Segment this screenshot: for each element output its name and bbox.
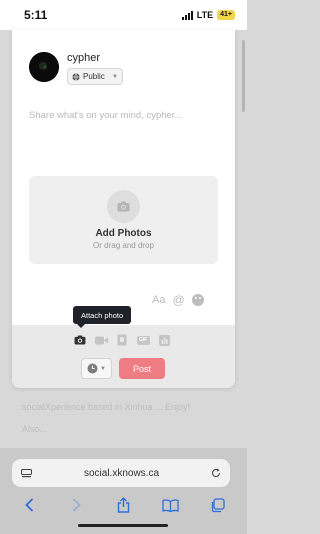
- tabs-icon[interactable]: [208, 495, 228, 515]
- text-format-button[interactable]: Aa: [152, 294, 165, 306]
- page-menu-icon[interactable]: [21, 468, 32, 478]
- scroll-indicator: [242, 40, 245, 112]
- dropzone-title: Add Photos: [95, 228, 152, 239]
- network-label: LTE: [196, 10, 214, 20]
- browser-nav: [0, 493, 247, 517]
- clip-icon[interactable]: [115, 333, 129, 347]
- emoji-icon[interactable]: [191, 294, 204, 306]
- format-toolbar: Aa @: [152, 293, 204, 307]
- attach-photo-tooltip: Attach photo: [73, 306, 132, 324]
- chevron-down-icon: ▼: [112, 73, 118, 80]
- poll-icon[interactable]: [157, 333, 171, 347]
- status-indicators: LTE 41+: [181, 10, 235, 20]
- signal-icon: [181, 10, 193, 20]
- bookmarks-icon[interactable]: [161, 495, 181, 515]
- gif-icon[interactable]: GIF: [136, 333, 150, 347]
- reload-icon[interactable]: [211, 468, 221, 478]
- camera-icon: [107, 190, 140, 223]
- video-icon[interactable]: [94, 333, 108, 347]
- mention-button[interactable]: @: [172, 293, 184, 307]
- forward-icon[interactable]: [67, 495, 87, 515]
- address-bar[interactable]: social.xknows.ca: [12, 459, 230, 487]
- share-icon[interactable]: [114, 495, 134, 515]
- status-time: 5:11: [24, 8, 48, 22]
- media-toolbar: GIF: [73, 333, 171, 347]
- post-button[interactable]: Post: [119, 358, 165, 379]
- photo-dropzone[interactable]: Add Photos Or drag and drop: [29, 176, 218, 264]
- tooltip-arrow: [77, 324, 85, 328]
- schedule-button[interactable]: ▼: [81, 358, 112, 379]
- post-text-input[interactable]: Share what's on your mind, cypher...: [29, 110, 182, 121]
- status-bar: 5:11 LTE 41+: [0, 0, 247, 30]
- avatar: [29, 52, 59, 82]
- background-text: Also...: [22, 424, 48, 434]
- visibility-label: Public: [83, 72, 105, 81]
- author-name: cypher: [67, 52, 101, 64]
- home-indicator: [78, 524, 168, 527]
- visibility-select[interactable]: Public ▼: [67, 68, 123, 85]
- background-text: socialXperience based in Xinhua ... Enjo…: [22, 402, 191, 412]
- browser-toolbar: social.xknows.ca: [0, 448, 247, 534]
- back-icon[interactable]: [20, 495, 40, 515]
- dropzone-subtitle: Or drag and drop: [93, 241, 154, 250]
- chevron-down-icon: ▼: [100, 365, 106, 372]
- url-text: social.xknows.ca: [83, 467, 160, 479]
- clock-icon: [87, 363, 98, 374]
- camera-icon[interactable]: [73, 333, 87, 347]
- battery-indicator: 41+: [217, 10, 235, 20]
- globe-icon: [72, 72, 80, 81]
